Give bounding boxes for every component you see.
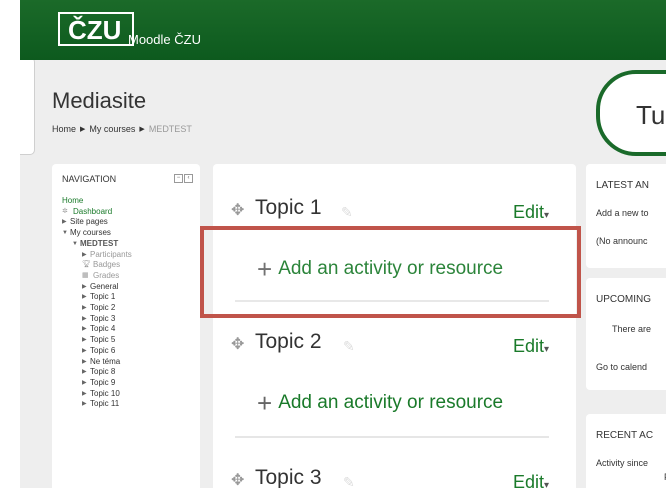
nav-item-topic[interactable]: ▶ Topic 3	[62, 314, 132, 325]
add-topic-link[interactable]: Add a new to	[596, 208, 649, 218]
minimize-block-icon[interactable]: −	[174, 174, 183, 183]
no-events-text: There are	[612, 324, 652, 334]
site-name-link[interactable]: Moodle ČZU	[128, 32, 201, 47]
tutorial-banner-text: Tu	[636, 100, 666, 130]
nav-item-dashboard[interactable]: ✲ Dashboard	[62, 207, 132, 218]
expand-arrow-icon: ▶	[82, 326, 87, 333]
site-header: ČZU Moodle ČZU	[20, 0, 666, 60]
dashboard-icon: ✲	[62, 207, 68, 215]
course-content: ✥ Topic 1 ✎ Edit▾ + Add an activity or r…	[213, 164, 576, 488]
breadcrumb-current[interactable]: MEDTEST	[149, 124, 192, 134]
block-title: UPCOMING	[596, 294, 651, 305]
pencil-icon[interactable]: ✎	[343, 338, 359, 354]
nav-item-topic[interactable]: ▶ Topic 10	[62, 389, 132, 400]
recent-activity-block: RECENT AC Activity since F	[586, 414, 666, 488]
edit-menu-button[interactable]: Edit▾	[513, 202, 549, 223]
move-icon[interactable]: ✥	[231, 470, 249, 488]
expand-arrow-icon: ▶	[82, 315, 87, 322]
nav-item-medtest[interactable]: ▼ MEDTEST	[62, 239, 132, 250]
collapse-arrow-icon: ▼	[62, 230, 68, 237]
nav-item-badges[interactable]: 🏆︎ Badges	[62, 260, 132, 271]
dock-block-icon[interactable]: ‹	[184, 174, 193, 183]
expand-arrow-icon: ▶	[82, 379, 87, 386]
offscreen-panel-fragment	[20, 58, 34, 154]
topic-title: Topic 3	[255, 466, 322, 488]
caret-down-icon: ▾	[544, 210, 550, 221]
nav-item-my-courses[interactable]: ▼ My courses	[62, 228, 132, 239]
expand-arrow-icon: ▶	[82, 294, 87, 301]
expand-arrow-icon: ▶	[82, 401, 87, 408]
nav-item-topic[interactable]: ▶ Topic 6	[62, 346, 132, 357]
edit-menu-button[interactable]: Edit▾	[513, 472, 549, 488]
nav-item-topic[interactable]: ▶ Ne téma	[62, 357, 132, 368]
caret-down-icon: ▾	[544, 344, 550, 355]
nav-item-topic[interactable]: ▶ Topic 2	[62, 303, 132, 314]
latest-announcements-block: LATEST AN Add a new to (No announc	[586, 164, 666, 268]
move-icon[interactable]: ✥	[231, 334, 249, 353]
activity-since-text: Activity since	[596, 458, 649, 468]
nav-item-topic[interactable]: ▶ Topic 11	[62, 399, 132, 410]
upcoming-events-block: UPCOMING There are Go to calend	[586, 278, 666, 390]
caret-down-icon: ▾	[544, 480, 550, 488]
go-to-calendar-link[interactable]: Go to calend	[596, 362, 647, 372]
collapse-arrow-icon: ▼	[72, 240, 78, 247]
topic-section-header: ✥ Topic 2 ✎ Edit▾	[231, 330, 561, 360]
expand-arrow-icon: ▶	[82, 283, 87, 290]
expand-arrow-icon: ▶	[82, 251, 87, 258]
breadcrumb: Home ▶ My courses ▶ MEDTEST	[52, 124, 192, 134]
nav-item-topic[interactable]: ▶ Topic 9	[62, 378, 132, 389]
expand-arrow-icon: ▶	[82, 358, 87, 365]
no-announcements-text: (No announc	[596, 236, 648, 246]
pencil-icon[interactable]: ✎	[341, 204, 357, 220]
navigation-block: NAVIGATION − ‹ Home ✲ Dashboard ▶ Site pag…	[52, 164, 200, 488]
expand-arrow-icon: ▶	[62, 219, 67, 226]
nav-item-grades[interactable]: ▦ Grades	[62, 271, 132, 282]
czu-logo[interactable]: ČZU	[58, 12, 134, 46]
logo-lettering: ČZU	[68, 15, 121, 45]
browser-viewport: ČZU Moodle ČZU Mediasite Home ▶ My cours…	[20, 0, 666, 488]
topic-section-header: ✥ Topic 3 ✎ Edit▾	[231, 466, 561, 488]
topic-title: Topic 1	[255, 196, 322, 219]
block-title: RECENT AC	[596, 430, 654, 441]
section-divider	[235, 436, 549, 438]
topic-title: Topic 2	[255, 330, 322, 353]
grades-icon: ▦	[82, 271, 89, 279]
pencil-icon[interactable]: ✎	[343, 474, 359, 488]
nav-item-topic[interactable]: ▶ Topic 8	[62, 367, 132, 378]
expand-arrow-icon: ▶	[82, 305, 87, 312]
nav-item-topic[interactable]: ▶ Topic 1	[62, 292, 132, 303]
nav-item-topic[interactable]: ▶ Topic 5	[62, 335, 132, 346]
breadcrumb-separator-icon: ▶	[139, 126, 145, 133]
breadcrumb-home[interactable]: Home	[52, 124, 76, 134]
edit-menu-button[interactable]: Edit▾	[513, 336, 549, 357]
highlight-annotation	[200, 226, 581, 318]
move-icon[interactable]: ✥	[231, 200, 249, 219]
page-title: Mediasite	[52, 88, 147, 113]
block-title: LATEST AN	[596, 180, 649, 191]
nav-item-site-pages[interactable]: ▶ Site pages	[62, 217, 132, 228]
plus-icon: +	[257, 388, 273, 418]
expand-arrow-icon: ▶	[82, 390, 87, 397]
nav-item-general[interactable]: ▶ General	[62, 282, 132, 293]
navigation-tree: Home ✲ Dashboard ▶ Site pages ▼ My courses …	[62, 196, 132, 410]
tutorial-banner[interactable]: Tu	[596, 70, 666, 156]
expand-arrow-icon: ▶	[82, 337, 87, 344]
expand-arrow-icon: ▶	[82, 369, 87, 376]
badge-icon: 🏆︎	[82, 261, 91, 269]
breadcrumb-separator-icon: ▶	[80, 126, 86, 133]
navigation-title: NAVIGATION	[62, 174, 117, 184]
breadcrumb-my-courses[interactable]: My courses	[89, 124, 135, 134]
nav-item-participants[interactable]: ▶ Participants	[62, 250, 132, 261]
expand-arrow-icon: ▶	[82, 347, 87, 354]
topic-section-header: ✥ Topic 1 ✎ Edit▾	[231, 196, 561, 226]
nav-item-topic[interactable]: ▶ Topic 4	[62, 324, 132, 335]
add-activity-button[interactable]: + Add an activity or resource	[257, 388, 503, 418]
nav-item-home[interactable]: Home	[62, 196, 132, 207]
